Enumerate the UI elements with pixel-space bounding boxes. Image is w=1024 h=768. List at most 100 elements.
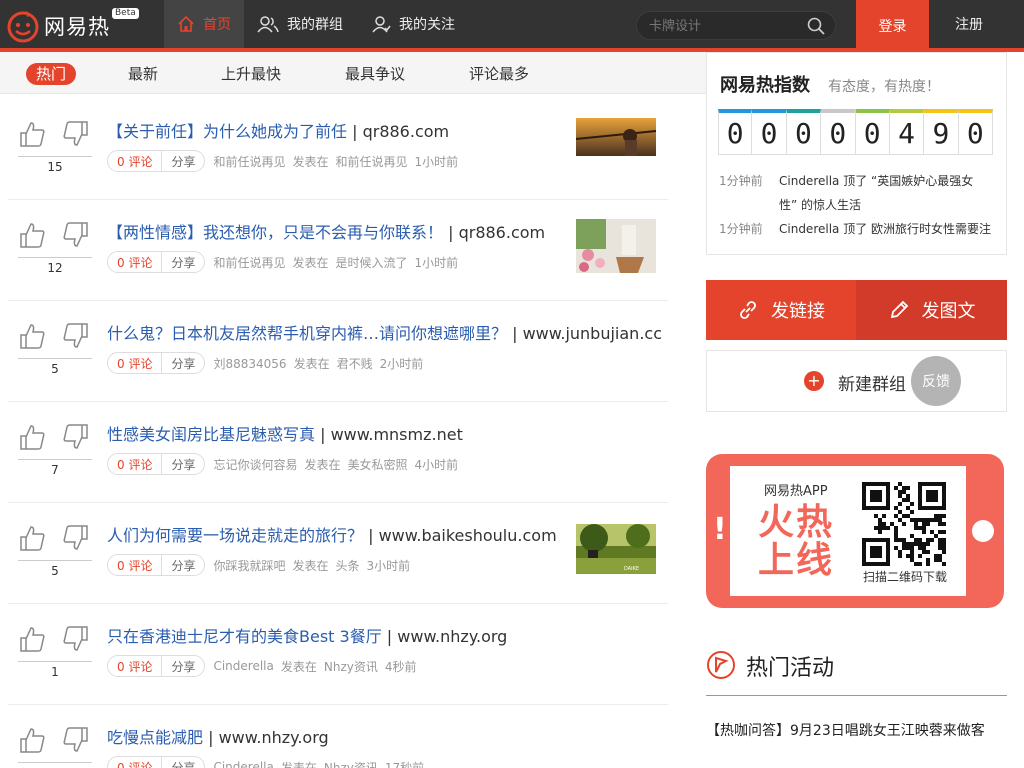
posted-in-label: 发表在: [304, 457, 341, 472]
feed-item-link[interactable]: 【关于前任】为什么她成为了前任: [107, 122, 347, 141]
thumbs-up-icon[interactable]: [18, 120, 46, 148]
feed-item: 7 性感美女闺房比基尼魅惑写真 | www.mnsmz.net 0 评论 分享 忘记你谈…: [8, 403, 668, 503]
link-icon: [740, 301, 756, 319]
feed-item-link[interactable]: 性感美女闺房比基尼魅惑写真: [107, 425, 315, 444]
feed-item-source[interactable]: | qr886.com: [443, 223, 545, 242]
thumbs-down-icon[interactable]: [62, 524, 90, 552]
group-name[interactable]: 美女私密照: [348, 456, 408, 473]
thumbs-up-icon[interactable]: [18, 625, 46, 653]
share-button[interactable]: 分享: [162, 251, 206, 273]
login-button[interactable]: 登录: [856, 0, 929, 52]
thumbs-down-icon[interactable]: [62, 221, 90, 249]
register-button[interactable]: 注册: [929, 0, 1009, 48]
share-button[interactable]: 分享: [162, 756, 206, 768]
posted-in-label: 发表在: [292, 255, 329, 270]
feed-item-thumbnail[interactable]: [576, 219, 656, 273]
thumbs-down-icon[interactable]: [62, 625, 90, 653]
thumbs-up-icon[interactable]: [18, 221, 46, 249]
phone-button-icon: [972, 520, 994, 542]
feedback-button[interactable]: 反馈: [911, 356, 961, 406]
thumbs-down-icon[interactable]: [62, 726, 90, 754]
feed-item-link[interactable]: 人们为何需要一场说走就走的旅行？: [107, 526, 363, 545]
nav-home-label: 首页: [203, 17, 231, 33]
author-name[interactable]: 刘88834056: [213, 355, 286, 372]
feed-item-link[interactable]: 吃慢点能减肥: [107, 728, 203, 747]
follow-icon: [372, 16, 391, 33]
group-icon: [257, 16, 279, 33]
comment-button[interactable]: 0 评论: [107, 655, 163, 677]
index-digit: 0: [958, 109, 993, 155]
feed-item-thumbnail[interactable]: DAIKE: [576, 524, 656, 578]
comment-button[interactable]: 0 评论: [107, 251, 163, 273]
group-name[interactable]: 君不贱: [337, 355, 373, 372]
comment-button[interactable]: 0 评论: [107, 756, 163, 768]
tab-controversial[interactable]: 最具争议: [345, 63, 405, 85]
author-name[interactable]: 你踩我就踩吧: [213, 557, 285, 574]
hot-event-item[interactable]: 【热咖问答】9月23日唱跳女王江映蓉来做客: [706, 720, 985, 740]
feed-item: 5 什么鬼？日本机友居然帮手机穿内裤…请问你想遮哪里？ | www.junbuji…: [8, 302, 668, 402]
comment-button[interactable]: 0 评论: [107, 554, 163, 576]
share-button[interactable]: 分享: [162, 655, 206, 677]
group-name[interactable]: 头条: [336, 557, 360, 574]
thumbs-down-icon[interactable]: [62, 423, 90, 451]
feed-item-meta: 0 评论 分享 你踩我就踩吧 发表在 头条 3小时前: [107, 554, 417, 576]
qr-caption: 扫描二维码下载: [863, 570, 948, 584]
activity-text: Cinderella 顶了 欧洲旅行时女性需要注: [779, 222, 992, 236]
group-name[interactable]: 是时候入流了: [336, 254, 408, 271]
nav-home[interactable]: 首页: [164, 0, 244, 48]
tab-latest[interactable]: 最新: [128, 63, 158, 85]
group-name[interactable]: 和前任说再见: [336, 153, 408, 170]
author-name[interactable]: 忘记你谈何容易: [213, 456, 297, 473]
feed-item-link[interactable]: 只在香港迪士尼才有的美食Best 3餐厅: [107, 627, 382, 646]
share-button[interactable]: 分享: [162, 352, 206, 374]
thumbs-down-icon[interactable]: [62, 120, 90, 148]
tab-rising[interactable]: 上升最快: [221, 63, 281, 85]
feed-item-thumbnail[interactable]: [576, 118, 656, 172]
thumbs-up-icon[interactable]: [18, 524, 46, 552]
search-icon[interactable]: [807, 17, 825, 35]
author-name[interactable]: 和前任说再见: [213, 153, 285, 170]
author-name[interactable]: Cinderella: [213, 659, 273, 673]
posted-in-label: 发表在: [280, 659, 317, 674]
post-link-button[interactable]: 发链接: [706, 280, 856, 340]
feed-item-source[interactable]: | qr886.com: [347, 122, 449, 141]
post-time: 4小时前: [414, 457, 459, 472]
thumbs-up-icon[interactable]: [18, 322, 46, 350]
post-time: 17秒前: [384, 760, 425, 768]
app-download-banner[interactable]: ! 网易热APP 火热上线 扫描二维码下载: [706, 454, 1004, 608]
comment-button[interactable]: 0 评论: [107, 352, 163, 374]
tab-hot[interactable]: 热门: [26, 63, 77, 85]
nav-my-groups[interactable]: 我的群组: [257, 0, 343, 48]
feed-item-source[interactable]: | www.nhzy.org: [382, 627, 508, 646]
feed-item-link[interactable]: 什么鬼？日本机友居然帮手机穿内裤…请问你想遮哪里？: [107, 324, 507, 343]
vote-widget: 5: [18, 322, 98, 382]
thumbs-up-icon[interactable]: [18, 726, 46, 754]
site-logo[interactable]: 网易热: [6, 9, 110, 43]
author-name[interactable]: 和前任说再见: [213, 254, 285, 271]
nav-my-follows[interactable]: 我的关注: [371, 0, 455, 48]
group-name[interactable]: Nhzy资讯: [324, 658, 378, 675]
share-button[interactable]: 分享: [162, 150, 206, 172]
feed-item: 1 只在香港迪士尼才有的美食Best 3餐厅 | www.nhzy.org 0 评论…: [8, 605, 668, 705]
vote-count: 12: [47, 261, 63, 275]
feed-item-link[interactable]: 【两性情感】我还想你，只是不会再与你联系！: [107, 223, 443, 242]
vote-widget: 12: [18, 221, 98, 281]
share-button[interactable]: 分享: [162, 453, 206, 475]
thumbs-down-icon[interactable]: [62, 322, 90, 350]
search-input[interactable]: [649, 17, 799, 35]
comment-button[interactable]: 0 评论: [107, 453, 163, 475]
post-image-button[interactable]: 发图文: [856, 280, 1007, 340]
feed-item-title: 人们为何需要一场说走就走的旅行？ | www.baikeshoulu.com: [107, 522, 557, 546]
comment-button[interactable]: 0 评论: [107, 150, 163, 172]
feed-item-source[interactable]: | www.mnsmz.net: [315, 425, 463, 444]
share-button[interactable]: 分享: [162, 554, 206, 576]
tab-most-commented[interactable]: 评论最多: [469, 63, 529, 85]
group-name[interactable]: Nhzy资讯: [324, 759, 378, 768]
feed-item-source[interactable]: | www.junbujian.cc: [507, 324, 662, 343]
author-name[interactable]: Cinderella: [213, 760, 273, 768]
feed-item-source[interactable]: | www.nhzy.org: [203, 728, 329, 747]
feed-item-source[interactable]: | www.baikeshoulu.com: [363, 526, 557, 545]
new-group-button[interactable]: + 新建群组: [706, 350, 1007, 412]
hot-index-panel: 网易热指数 有态度，有热度！ 00000490 1分钟前 Cinderella …: [706, 52, 1007, 255]
thumbs-up-icon[interactable]: [18, 423, 46, 451]
